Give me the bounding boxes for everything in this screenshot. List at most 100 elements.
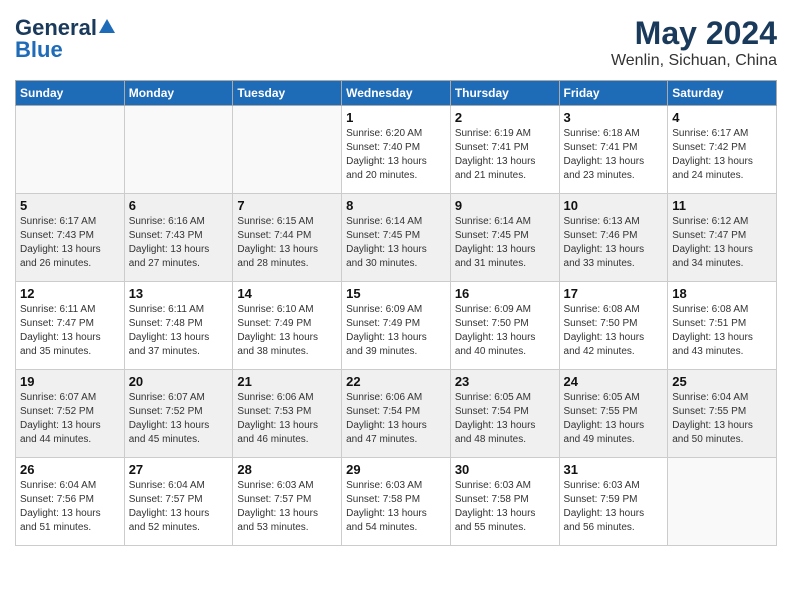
day-info: Sunrise: 6:19 AMSunset: 7:41 PMDaylight:…: [455, 127, 555, 183]
title-block: May 2024 Wenlin, Sichuan, China: [611, 15, 777, 70]
day-number: 22: [346, 374, 446, 389]
day-info: Sunrise: 6:03 AMSunset: 7:58 PMDaylight:…: [455, 479, 555, 535]
day-info: Sunrise: 6:04 AMSunset: 7:57 PMDaylight:…: [129, 479, 229, 535]
day-info: Sunrise: 6:17 AMSunset: 7:43 PMDaylight:…: [20, 215, 120, 271]
calendar-cell: 18 Sunrise: 6:08 AMSunset: 7:51 PMDayligh…: [668, 282, 777, 370]
day-info: Sunrise: 6:03 AMSunset: 7:59 PMDaylight:…: [564, 479, 664, 535]
day-info: Sunrise: 6:04 AMSunset: 7:55 PMDaylight:…: [672, 391, 772, 447]
day-number: 20: [129, 374, 229, 389]
calendar-week-2: 5 Sunrise: 6:17 AMSunset: 7:43 PMDaylight…: [16, 194, 777, 282]
calendar-cell: [16, 106, 125, 194]
day-number: 21: [237, 374, 337, 389]
calendar-cell: 17 Sunrise: 6:08 AMSunset: 7:50 PMDayligh…: [559, 282, 668, 370]
day-number: 5: [20, 198, 120, 213]
calendar-week-5: 26Sunrise: 6:04 AMSunset: 7:56 PMDayligh…: [16, 458, 777, 546]
day-info: Sunrise: 6:10 AMSunset: 7:49 PMDaylight:…: [237, 303, 337, 359]
day-info: Sunrise: 6:03 AMSunset: 7:57 PMDaylight:…: [237, 479, 337, 535]
calendar-cell: 29Sunrise: 6:03 AMSunset: 7:58 PMDayligh…: [342, 458, 451, 546]
calendar-cell: 14 Sunrise: 6:10 AMSunset: 7:49 PMDayligh…: [233, 282, 342, 370]
calendar-cell: 15 Sunrise: 6:09 AMSunset: 7:49 PMDayligh…: [342, 282, 451, 370]
calendar-cell: 30Sunrise: 6:03 AMSunset: 7:58 PMDayligh…: [450, 458, 559, 546]
calendar-cell: 26Sunrise: 6:04 AMSunset: 7:56 PMDayligh…: [16, 458, 125, 546]
calendar-cell: 12 Sunrise: 6:11 AMSunset: 7:47 PMDayligh…: [16, 282, 125, 370]
day-number: 9: [455, 198, 555, 213]
calendar-cell: [124, 106, 233, 194]
day-info: Sunrise: 6:09 AMSunset: 7:50 PMDaylight:…: [455, 303, 555, 359]
calendar-cell: 8Sunrise: 6:14 AMSunset: 7:45 PMDaylight…: [342, 194, 451, 282]
col-monday: Monday: [124, 81, 233, 106]
day-number: 14: [237, 286, 337, 301]
calendar-cell: 2 Sunrise: 6:19 AMSunset: 7:41 PMDaylight…: [450, 106, 559, 194]
col-saturday: Saturday: [668, 81, 777, 106]
day-number: 6: [129, 198, 229, 213]
day-number: 24: [564, 374, 664, 389]
day-info: Sunrise: 6:07 AMSunset: 7:52 PMDaylight:…: [20, 391, 120, 447]
calendar-cell: [233, 106, 342, 194]
day-number: 17: [564, 286, 664, 301]
day-info: Sunrise: 6:06 AMSunset: 7:54 PMDaylight:…: [346, 391, 446, 447]
day-info: Sunrise: 6:05 AMSunset: 7:54 PMDaylight:…: [455, 391, 555, 447]
day-number: 1: [346, 110, 446, 125]
day-info: Sunrise: 6:11 AMSunset: 7:47 PMDaylight:…: [20, 303, 120, 359]
col-tuesday: Tuesday: [233, 81, 342, 106]
day-number: 16: [455, 286, 555, 301]
col-friday: Friday: [559, 81, 668, 106]
calendar-cell: 20 Sunrise: 6:07 AMSunset: 7:52 PMDayligh…: [124, 370, 233, 458]
day-number: 11: [672, 198, 772, 213]
day-number: 27: [129, 462, 229, 477]
calendar-cell: 28 Sunrise: 6:03 AMSunset: 7:57 PMDayligh…: [233, 458, 342, 546]
calendar-cell: 10 Sunrise: 6:13 AMSunset: 7:46 PMDayligh…: [559, 194, 668, 282]
day-number: 18: [672, 286, 772, 301]
day-info: Sunrise: 6:17 AMSunset: 7:42 PMDaylight:…: [672, 127, 772, 183]
day-number: 29: [346, 462, 446, 477]
header: General Blue May 2024 Wenlin, Sichuan, C…: [15, 15, 777, 70]
day-number: 4: [672, 110, 772, 125]
day-number: 10: [564, 198, 664, 213]
logo-triangle-icon: [99, 19, 115, 33]
day-info: Sunrise: 6:16 AMSunset: 7:43 PMDaylight:…: [129, 215, 229, 271]
calendar-cell: 6 Sunrise: 6:16 AMSunset: 7:43 PMDaylight…: [124, 194, 233, 282]
calendar-cell: 16 Sunrise: 6:09 AMSunset: 7:50 PMDayligh…: [450, 282, 559, 370]
day-number: 26: [20, 462, 120, 477]
day-info: Sunrise: 6:11 AMSunset: 7:48 PMDaylight:…: [129, 303, 229, 359]
calendar-subtitle: Wenlin, Sichuan, China: [611, 52, 777, 70]
day-number: 23: [455, 374, 555, 389]
day-number: 12: [20, 286, 120, 301]
day-info: Sunrise: 6:14 AMSunset: 7:45 PMDaylight:…: [346, 215, 446, 271]
day-info: Sunrise: 6:20 AMSunset: 7:40 PMDaylight:…: [346, 127, 446, 183]
calendar-cell: 1 Sunrise: 6:20 AMSunset: 7:40 PMDaylight…: [342, 106, 451, 194]
day-number: 13: [129, 286, 229, 301]
calendar-cell: 23 Sunrise: 6:05 AMSunset: 7:54 PMDayligh…: [450, 370, 559, 458]
calendar-cell: 25 Sunrise: 6:04 AMSunset: 7:55 PMDayligh…: [668, 370, 777, 458]
calendar-cell: 11Sunrise: 6:12 AMSunset: 7:47 PMDayligh…: [668, 194, 777, 282]
calendar-cell: 13 Sunrise: 6:11 AMSunset: 7:48 PMDayligh…: [124, 282, 233, 370]
calendar-week-3: 12 Sunrise: 6:11 AMSunset: 7:47 PMDayligh…: [16, 282, 777, 370]
day-info: Sunrise: 6:08 AMSunset: 7:51 PMDaylight:…: [672, 303, 772, 359]
logo-blue-text: Blue: [15, 37, 63, 63]
calendar-cell: 22 Sunrise: 6:06 AMSunset: 7:54 PMDayligh…: [342, 370, 451, 458]
calendar-cell: 31Sunrise: 6:03 AMSunset: 7:59 PMDayligh…: [559, 458, 668, 546]
day-number: 2: [455, 110, 555, 125]
day-number: 25: [672, 374, 772, 389]
day-info: Sunrise: 6:18 AMSunset: 7:41 PMDaylight:…: [564, 127, 664, 183]
col-wednesday: Wednesday: [342, 81, 451, 106]
calendar-cell: 9 Sunrise: 6:14 AMSunset: 7:45 PMDaylight…: [450, 194, 559, 282]
col-thursday: Thursday: [450, 81, 559, 106]
day-info: Sunrise: 6:08 AMSunset: 7:50 PMDaylight:…: [564, 303, 664, 359]
calendar-cell: 27 Sunrise: 6:04 AMSunset: 7:57 PMDayligh…: [124, 458, 233, 546]
day-number: 28: [237, 462, 337, 477]
day-info: Sunrise: 6:07 AMSunset: 7:52 PMDaylight:…: [129, 391, 229, 447]
calendar-cell: 21Sunrise: 6:06 AMSunset: 7:53 PMDayligh…: [233, 370, 342, 458]
day-info: Sunrise: 6:14 AMSunset: 7:45 PMDaylight:…: [455, 215, 555, 271]
day-number: 3: [564, 110, 664, 125]
day-info: Sunrise: 6:13 AMSunset: 7:46 PMDaylight:…: [564, 215, 664, 271]
calendar-cell: 4 Sunrise: 6:17 AMSunset: 7:42 PMDaylight…: [668, 106, 777, 194]
day-info: Sunrise: 6:09 AMSunset: 7:49 PMDaylight:…: [346, 303, 446, 359]
col-sunday: Sunday: [16, 81, 125, 106]
calendar-week-1: 1 Sunrise: 6:20 AMSunset: 7:40 PMDaylight…: [16, 106, 777, 194]
day-number: 19: [20, 374, 120, 389]
calendar-cell: 5 Sunrise: 6:17 AMSunset: 7:43 PMDaylight…: [16, 194, 125, 282]
calendar-header-row: Sunday Monday Tuesday Wednesday Thursday…: [16, 81, 777, 106]
day-number: 7: [237, 198, 337, 213]
day-number: 15: [346, 286, 446, 301]
